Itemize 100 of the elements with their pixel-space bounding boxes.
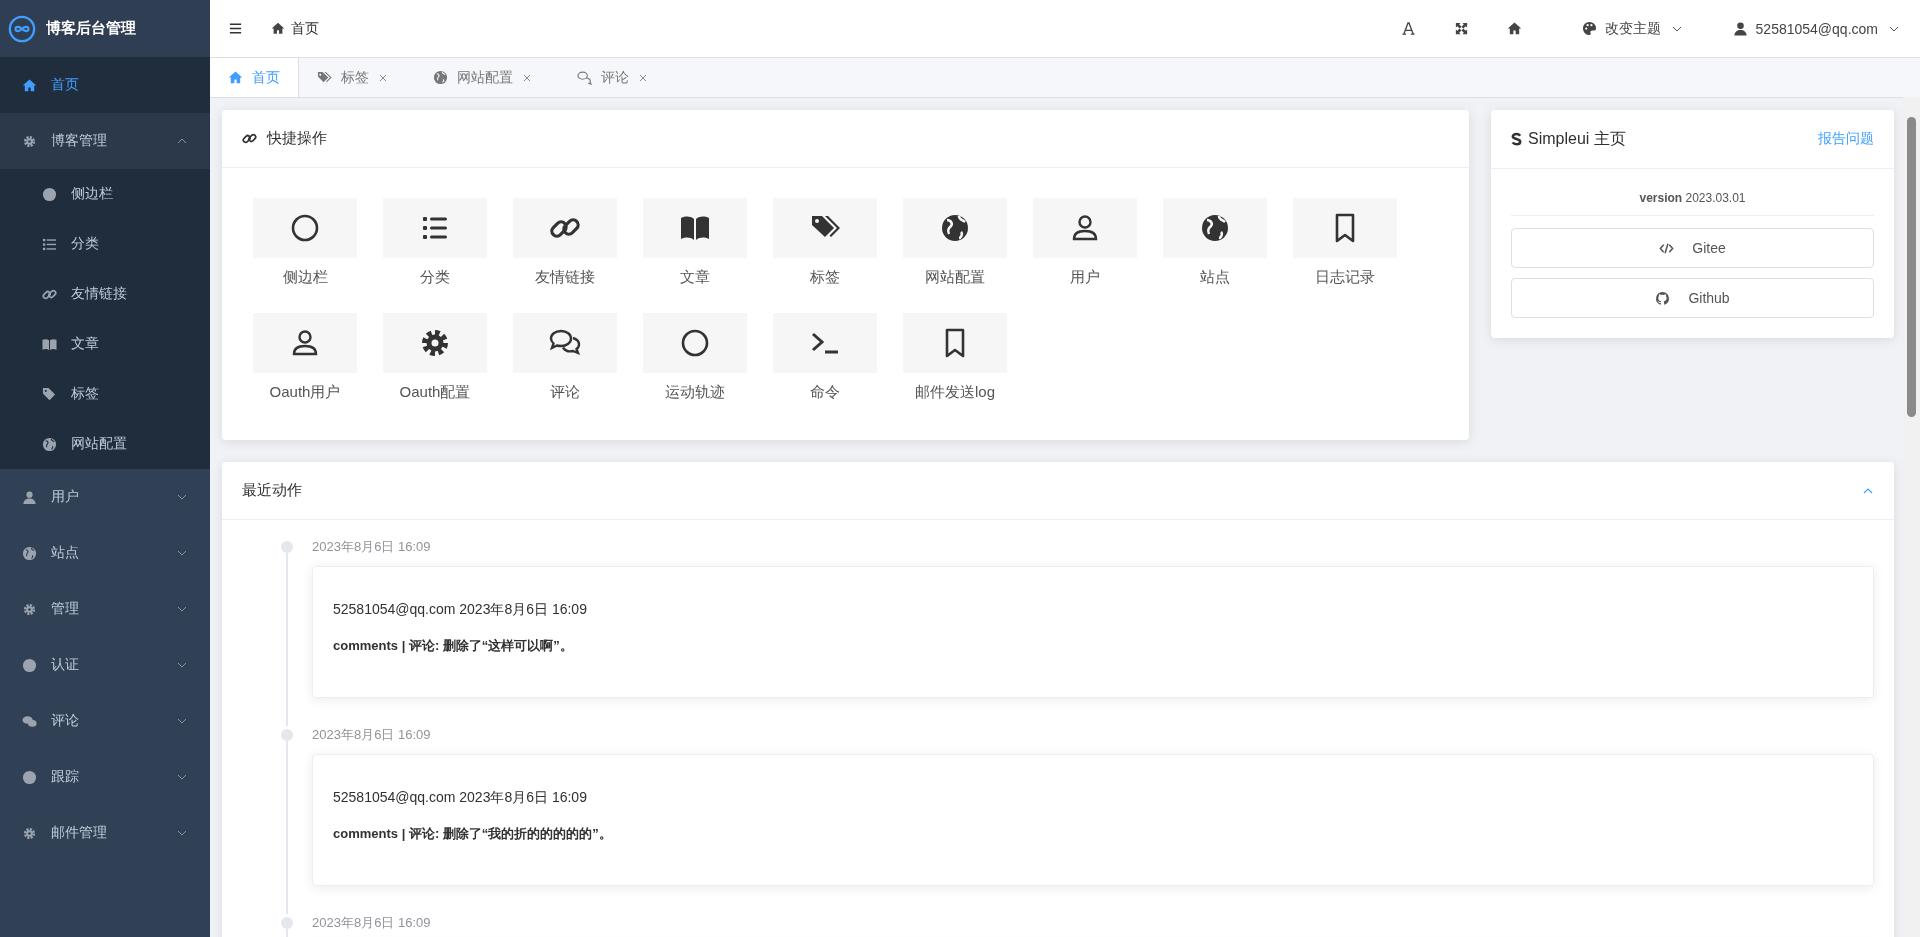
scrollbar[interactable] (1903, 97, 1920, 937)
breadcrumb[interactable]: 首页 (291, 19, 319, 38)
shortcut-tile[interactable] (1033, 198, 1137, 258)
sidebar-menu-item[interactable]: 博客管理 (0, 113, 210, 169)
fullscreen-icon[interactable] (1453, 21, 1469, 36)
sidebar-menu-item[interactable]: 认证 (0, 637, 210, 693)
sidebar-menu-item[interactable]: 跟踪 (0, 749, 210, 805)
shortcut-icon (289, 212, 321, 244)
shortcut-tile[interactable] (1163, 198, 1267, 258)
close-icon[interactable] (522, 72, 532, 83)
shortcut-icon (679, 327, 711, 359)
menu-icon (22, 769, 37, 785)
shortcut-label[interactable]: 侧边栏 (282, 268, 328, 287)
app-title: 博客后台管理 (46, 19, 136, 38)
shortcut-label[interactable]: 文章 (680, 268, 710, 287)
shortcut-icon (1199, 212, 1231, 244)
close-icon[interactable] (638, 72, 648, 83)
action-meta-text: 52581054@qq.com 2023年8月6日 16:09 (333, 601, 588, 619)
shortcut-tile[interactable] (903, 313, 1007, 373)
user-icon (1732, 21, 1748, 36)
page-tab[interactable]: 评论 (559, 58, 675, 97)
simpleui-logo-icon (1511, 132, 1522, 146)
home-icon[interactable] (1506, 21, 1522, 36)
menu-icon (42, 336, 57, 352)
tab-icon (228, 70, 243, 85)
menu-icon (42, 386, 57, 402)
shortcut-label[interactable]: 网站配置 (925, 268, 985, 287)
shortcut-label[interactable]: 站点 (1200, 268, 1230, 287)
shortcut-tile[interactable] (513, 198, 617, 258)
menu-icon (42, 436, 57, 452)
page-tab[interactable]: 网站配置 (415, 58, 559, 97)
shortcut-tile[interactable] (773, 313, 877, 373)
shortcut-label[interactable]: 分类 (420, 268, 450, 287)
card-title: 最近动作 (242, 481, 302, 500)
version-text: version 2023.03.01 (1511, 191, 1874, 216)
menu-icon (22, 545, 37, 561)
menu-icon (42, 236, 57, 252)
sidebar-submenu-item[interactable]: 友情链接 (0, 269, 210, 319)
shortcut-tile[interactable] (1293, 198, 1397, 258)
sidebar-submenu-item[interactable]: 网站配置 (0, 419, 210, 469)
tab-icon (577, 70, 592, 85)
sidebar-menu-item[interactable]: 用户 (0, 469, 210, 525)
action-message: comments | 评论: 删除了“我的折的的的的的”。 (333, 825, 613, 843)
gitee-button[interactable]: Gitee (1511, 228, 1874, 268)
menu-icon (22, 657, 37, 673)
shortcut-tile[interactable] (383, 198, 487, 258)
tab-icon (317, 70, 332, 85)
github-icon (1655, 290, 1671, 306)
shortcut-label[interactable]: 邮件发送log (915, 383, 995, 402)
tab-icon (433, 70, 448, 85)
infinity-logo-icon (8, 14, 36, 43)
user-dropdown[interactable]: 52581054@qq.com (1732, 20, 1900, 37)
theme-dropdown[interactable]: 改变主题 (1581, 19, 1683, 38)
card-title: 快捷操作 (267, 129, 327, 148)
shortcut-label[interactable]: 友情链接 (535, 268, 595, 287)
palette-icon (1581, 21, 1597, 36)
shortcut-label[interactable]: Oauth配置 (399, 383, 471, 402)
menu-icon (22, 77, 37, 93)
shortcut-label[interactable]: 标签 (810, 268, 840, 287)
card-title: Simpleui 主页 (1528, 128, 1626, 149)
shortcut-label[interactable]: Oauth用户 (269, 383, 341, 402)
sidebar-submenu-item[interactable]: 标签 (0, 369, 210, 419)
github-button[interactable]: Github (1511, 278, 1874, 318)
shortcut-tile[interactable] (253, 313, 357, 373)
shortcut-icon (419, 327, 451, 359)
action-message: comments | 评论: 删除了“这样可以啊”。 (333, 637, 574, 655)
font-size-icon[interactable] (1400, 21, 1416, 36)
menu-icon[interactable] (228, 21, 243, 36)
sidebar-submenu-item[interactable]: 分类 (0, 219, 210, 269)
menu-icon (42, 186, 57, 202)
shortcut-tile[interactable] (643, 198, 747, 258)
shortcut-icon (939, 212, 971, 244)
sidebar-menu-item[interactable]: 站点 (0, 525, 210, 581)
shortcut-label[interactable]: 命令 (810, 383, 840, 402)
timestamp: 2023年8月6日 16:09 (312, 914, 432, 932)
sidebar-submenu-item[interactable]: 文章 (0, 319, 210, 369)
menu-icon (22, 489, 37, 505)
menu-icon (22, 601, 37, 617)
close-icon[interactable] (378, 72, 388, 83)
shortcut-tile[interactable] (903, 198, 1007, 258)
shortcut-tile[interactable] (383, 313, 487, 373)
sidebar-menu-item[interactable]: 邮件管理 (0, 805, 210, 861)
timestamp: 2023年8月6日 16:09 (312, 538, 432, 556)
sidebar-submenu-item[interactable]: 侧边栏 (0, 169, 210, 219)
action-meta-text: 52581054@qq.com 2023年8月6日 16:09 (333, 789, 588, 807)
shortcut-tile[interactable] (643, 313, 747, 373)
menu-icon (22, 713, 37, 729)
shortcut-tile[interactable] (253, 198, 357, 258)
shortcut-tile[interactable] (513, 313, 617, 373)
sidebar-menu-item[interactable]: 首页 (0, 57, 210, 113)
sidebar-menu-item[interactable]: 评论 (0, 693, 210, 749)
shortcut-label[interactable]: 评论 (550, 383, 580, 402)
shortcut-label[interactable]: 用户 (1070, 268, 1100, 287)
page-tab[interactable]: 标签 (299, 58, 415, 97)
shortcut-tile[interactable] (773, 198, 877, 258)
shortcut-label[interactable]: 运动轨迹 (665, 383, 725, 402)
home-icon (271, 21, 285, 36)
sidebar-menu-item[interactable]: 管理 (0, 581, 210, 637)
link-icon (242, 131, 257, 146)
shortcut-label[interactable]: 日志记录 (1315, 268, 1375, 287)
